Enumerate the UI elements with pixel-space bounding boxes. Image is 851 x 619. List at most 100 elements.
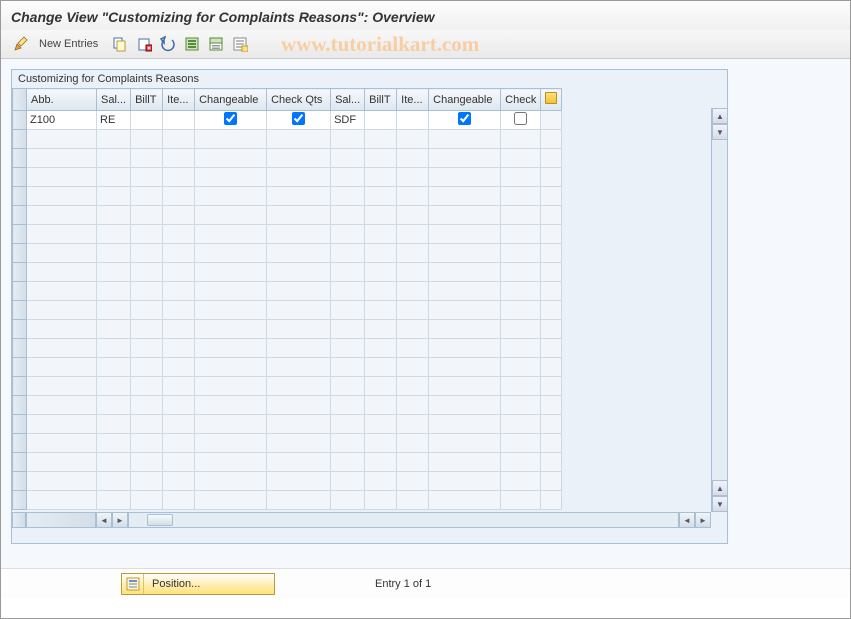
scroll-left-button[interactable]: ◄: [96, 512, 112, 528]
configure-columns-icon: [545, 92, 557, 104]
col-sal1[interactable]: Sal...: [97, 89, 131, 111]
scroll-right-button[interactable]: ►: [112, 512, 128, 528]
toggle-display-change-icon[interactable]: [11, 34, 31, 54]
col-checkqts[interactable]: Check Qts: [267, 89, 331, 111]
col-sal2[interactable]: Sal...: [331, 89, 365, 111]
row-selector[interactable]: [13, 263, 27, 282]
application-toolbar: New Entries www.tutorialkart.com: [1, 30, 850, 59]
table-row[interactable]: [13, 472, 562, 491]
scroll-left-button-end[interactable]: ◄: [679, 512, 695, 528]
page-title: Change View "Customizing for Complaints …: [11, 9, 435, 25]
col-check2[interactable]: Check: [501, 89, 541, 111]
table-row[interactable]: [13, 434, 562, 453]
check2-checkbox[interactable]: [514, 112, 527, 125]
cell-billt1[interactable]: [131, 111, 163, 130]
table-row[interactable]: [13, 415, 562, 434]
deselect-all-icon[interactable]: [230, 34, 250, 54]
position-button[interactable]: Position...: [121, 573, 275, 595]
title-bar: Change View "Customizing for Complaints …: [1, 1, 850, 30]
row-spacer: [541, 111, 562, 130]
row-selector[interactable]: [13, 396, 27, 415]
table-row[interactable]: [13, 491, 562, 510]
col-ite1[interactable]: Ite...: [163, 89, 195, 111]
table-row[interactable]: Z100 RE SDF: [13, 111, 562, 130]
scroll-down-button-bottom[interactable]: ▼: [712, 496, 728, 512]
cell-abb[interactable]: Z100: [27, 111, 97, 130]
table-row[interactable]: [13, 244, 562, 263]
row-selector[interactable]: [13, 301, 27, 320]
table-row[interactable]: [13, 358, 562, 377]
copy-as-icon[interactable]: [110, 34, 130, 54]
table-row[interactable]: [13, 225, 562, 244]
checkqts-checkbox[interactable]: [292, 112, 305, 125]
scroll-right-button-end[interactable]: ►: [695, 512, 711, 528]
vertical-scrollbar[interactable]: ▲ ▼ ▲ ▼: [711, 108, 727, 512]
table-row[interactable]: [13, 130, 562, 149]
row-selector[interactable]: [13, 434, 27, 453]
row-selector[interactable]: [13, 225, 27, 244]
row-selector[interactable]: [13, 453, 27, 472]
row-selector[interactable]: [13, 320, 27, 339]
row-selector[interactable]: [13, 206, 27, 225]
cell-ite2[interactable]: [397, 111, 429, 130]
table-row[interactable]: [13, 206, 562, 225]
table-row[interactable]: [13, 282, 562, 301]
scroll-up-button-bottom[interactable]: ▲: [712, 480, 728, 496]
changeable1-checkbox[interactable]: [224, 112, 237, 125]
select-block-icon[interactable]: [206, 34, 226, 54]
cell-ite1[interactable]: [163, 111, 195, 130]
table-row[interactable]: [13, 377, 562, 396]
delete-icon[interactable]: [134, 34, 154, 54]
row-selector[interactable]: [13, 130, 27, 149]
hscroll-track[interactable]: [128, 512, 679, 528]
table-row[interactable]: [13, 339, 562, 358]
new-entries-button[interactable]: New Entries: [35, 38, 106, 50]
configure-columns-button[interactable]: [541, 89, 562, 111]
watermark-text: www.tutorialkart.com: [281, 32, 479, 57]
col-billt2[interactable]: BillT: [365, 89, 397, 111]
table-row[interactable]: [13, 187, 562, 206]
table-row[interactable]: [13, 149, 562, 168]
undo-change-icon[interactable]: [158, 34, 178, 54]
cell-changeable1[interactable]: [195, 111, 267, 130]
table-row[interactable]: [13, 396, 562, 415]
row-selector[interactable]: [13, 491, 27, 510]
col-changeable1[interactable]: Changeable: [195, 89, 267, 111]
data-grid: Abb. Sal... BillT Ite... Changeable Chec…: [12, 88, 562, 510]
col-ite2[interactable]: Ite...: [397, 89, 429, 111]
cell-checkqts[interactable]: [267, 111, 331, 130]
table-row[interactable]: [13, 301, 562, 320]
col-abb[interactable]: Abb.: [27, 89, 97, 111]
row-selector[interactable]: [13, 168, 27, 187]
table-title: Customizing for Complaints Reasons: [12, 70, 727, 88]
scroll-up-button[interactable]: ▲: [712, 108, 728, 124]
cell-changeable2[interactable]: [429, 111, 501, 130]
row-selector[interactable]: [13, 472, 27, 491]
table-row[interactable]: [13, 263, 562, 282]
row-selector[interactable]: [13, 358, 27, 377]
cell-sal2[interactable]: SDF: [331, 111, 365, 130]
col-billt1[interactable]: BillT: [131, 89, 163, 111]
row-selector[interactable]: [13, 415, 27, 434]
row-selector[interactable]: [13, 282, 27, 301]
table-row[interactable]: [13, 320, 562, 339]
changeable2-checkbox[interactable]: [458, 112, 471, 125]
cell-billt2[interactable]: [365, 111, 397, 130]
select-all-rows[interactable]: [13, 89, 27, 111]
select-all-icon[interactable]: [182, 34, 202, 54]
row-selector[interactable]: [13, 111, 27, 130]
cell-sal1[interactable]: RE: [97, 111, 131, 130]
row-selector[interactable]: [13, 377, 27, 396]
row-selector[interactable]: [13, 339, 27, 358]
hscroll-thumb[interactable]: [147, 514, 173, 526]
row-selector[interactable]: [13, 244, 27, 263]
cell-check2[interactable]: [501, 111, 541, 130]
row-selector[interactable]: [13, 149, 27, 168]
table-wrapper: Abb. Sal... BillT Ite... Changeable Chec…: [12, 88, 727, 528]
scroll-down-button[interactable]: ▼: [712, 124, 728, 140]
table-row[interactable]: [13, 453, 562, 472]
row-selector[interactable]: [13, 187, 27, 206]
hscroll-frozen: [26, 512, 96, 528]
table-row[interactable]: [13, 168, 562, 187]
col-changeable2[interactable]: Changeable: [429, 89, 501, 111]
